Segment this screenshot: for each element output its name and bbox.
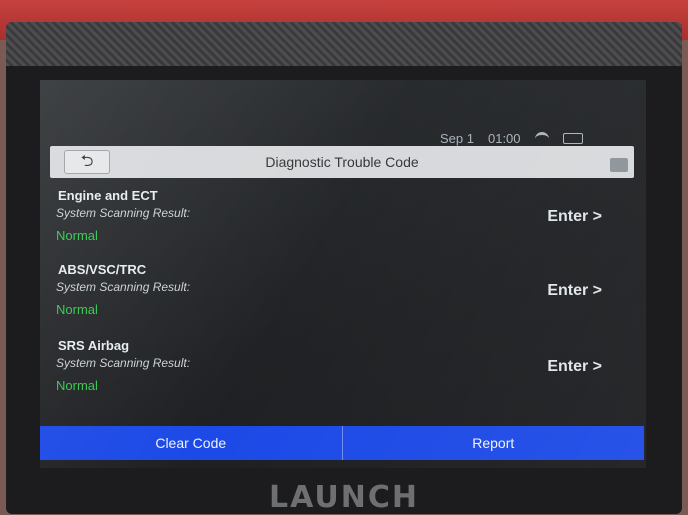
enter-button[interactable]: Enter > [547, 358, 602, 376]
status-bar: Sep 1 01:00 [440, 128, 583, 148]
brand-logo: LAUNCH [268, 480, 419, 515]
system-name: ABS/VSC/TRC [58, 262, 147, 277]
scan-result-status: Normal [56, 378, 98, 393]
clear-code-button[interactable]: Clear Code [40, 426, 343, 460]
scan-result-label: System Scanning Result: [56, 206, 191, 220]
status-time: 01:00 [487, 130, 521, 146]
system-item-abs: ABS/VSC/TRC System Scanning Result: Norm… [52, 262, 622, 326]
system-item-srs: SRS Airbag System Scanning Result: Norma… [52, 338, 622, 402]
bottom-action-bar: Clear Code Report [40, 426, 644, 460]
scan-result-label: System Scanning Result: [56, 356, 191, 370]
system-name: SRS Airbag [58, 338, 130, 353]
scan-result-status: Normal [56, 302, 98, 317]
wifi-icon [534, 131, 549, 145]
scan-result-label: System Scanning Result: [56, 280, 191, 294]
scan-result-status: Normal [56, 228, 98, 243]
status-date: Sep 1 [440, 130, 474, 146]
header-bar: ⮌ Diagnostic Trouble Code [50, 146, 634, 178]
enter-button[interactable]: Enter > [547, 282, 602, 300]
page-title: Diagnostic Trouble Code [265, 154, 419, 170]
battery-icon [562, 132, 583, 144]
camera-icon[interactable] [610, 158, 628, 172]
system-item-engine: Engine and ECT System Scanning Result: N… [52, 188, 622, 252]
system-name: Engine and ECT [58, 188, 158, 203]
bezel-texture [6, 22, 682, 66]
enter-button[interactable]: Enter > [547, 208, 602, 226]
report-button[interactable]: Report [343, 426, 645, 460]
